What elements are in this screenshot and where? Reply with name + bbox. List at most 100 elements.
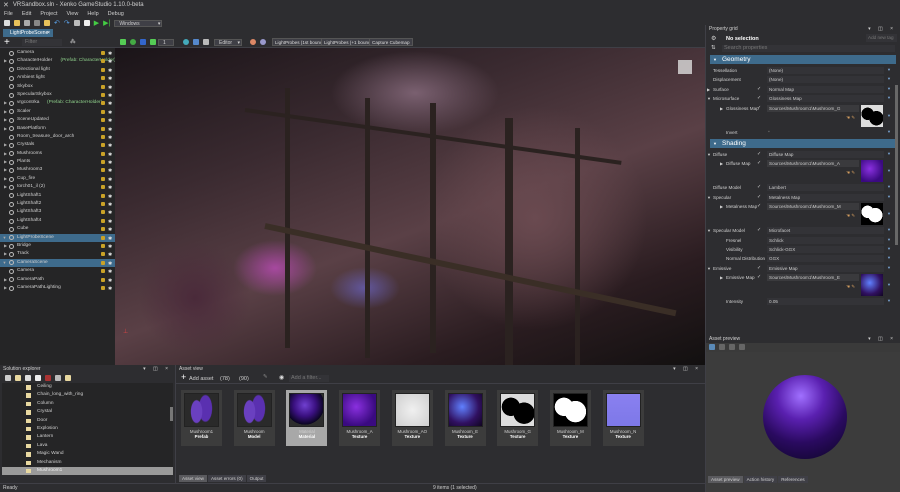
eye-icon[interactable]: ◉ (279, 374, 284, 381)
sort-icon[interactable]: ⇅ (711, 45, 716, 51)
texture-thumbnail[interactable] (861, 104, 883, 127)
lock-icon[interactable] (101, 176, 105, 181)
expand-arrow-icon[interactable]: ▶ (3, 183, 8, 191)
lock-icon[interactable] (101, 269, 105, 274)
chevron-down-icon[interactable]: ▼ (887, 168, 891, 173)
folder-item[interactable]: Ceiling (2, 383, 173, 391)
folder-item[interactable]: Crystal (2, 408, 173, 416)
lock-icon[interactable] (101, 92, 105, 97)
property-value[interactable]: Normal Map (767, 85, 884, 93)
chevron-down-icon[interactable]: ▼ (887, 211, 891, 216)
expand-arrow-icon[interactable]: ▶ (3, 99, 8, 107)
tree-item[interactable]: SpecularSkybox ✱ (0, 91, 115, 99)
expand-arrow-icon[interactable]: ▼ (707, 266, 711, 271)
chevron-down-icon[interactable]: ▼ (887, 227, 891, 232)
lock-icon[interactable] (101, 51, 105, 55)
checkbox-checked[interactable]: ✓ (757, 105, 761, 111)
count-b[interactable]: (90) (239, 376, 249, 382)
chevron-down-icon[interactable]: ▼ (887, 246, 891, 251)
tree-item[interactable]: ▼ CameraScene ✱ (0, 258, 115, 268)
property-value[interactable]: Metalness Map (767, 193, 884, 201)
lock-icon[interactable] (101, 260, 105, 265)
preview-sphere-icon[interactable] (709, 344, 715, 350)
lock-icon[interactable] (101, 151, 105, 156)
close-icon[interactable]: × (47, 29, 50, 37)
checkbox-checked[interactable]: ✓ (757, 194, 761, 200)
preview-cube-icon[interactable] (729, 344, 735, 350)
scale-icon[interactable] (140, 39, 146, 45)
tree-item[interactable]: LightShaft2 ✱ (0, 200, 115, 208)
tree-item[interactable]: Camera ✱ (0, 49, 115, 57)
edit-icon[interactable]: ✎ (263, 374, 268, 380)
expand-arrow-icon[interactable]: ▶ (3, 284, 8, 292)
lock-icon[interactable] (101, 168, 105, 173)
property-value[interactable]: Schlick-GGX (767, 245, 884, 253)
rotate-icon[interactable] (130, 39, 136, 45)
texture-thumbnail[interactable] (861, 274, 883, 297)
lock-icon[interactable] (101, 185, 105, 190)
folder-item[interactable]: Chain_long_with_ring (2, 391, 173, 399)
asset-tile[interactable]: Material Material (286, 390, 328, 446)
count-a[interactable]: (78) (220, 376, 230, 382)
checkbox-checked[interactable]: ✓ (757, 274, 761, 280)
checkbox-checked[interactable]: ✓ (757, 203, 761, 209)
material-preview-sphere[interactable] (763, 375, 847, 459)
tree-item[interactable]: Skybox ✱ (0, 83, 115, 91)
tab-asset-preview[interactable]: Asset preview (708, 476, 743, 483)
expand-arrow-icon[interactable]: ▼ (2, 259, 7, 267)
property-value[interactable]: 0.05 (767, 298, 884, 306)
asset-tile[interactable]: Mushroom1 Prefab (181, 390, 222, 446)
property-value[interactable]: Diffuse Map (767, 150, 884, 158)
lock-icon[interactable] (101, 160, 105, 165)
chevron-down-icon[interactable]: ▼ (887, 95, 891, 100)
render-mode-select[interactable]: Editor ▾ (214, 39, 242, 46)
expand-arrow-icon[interactable]: ▶ (3, 57, 8, 65)
expand-arrow-icon[interactable]: ▶ (720, 106, 723, 111)
expand-arrow-icon[interactable]: ▶ (3, 125, 8, 133)
lock-icon[interactable] (101, 210, 105, 215)
property-value[interactable]: Microfacet (767, 227, 884, 235)
checkbox-checked[interactable]: ✓ (757, 184, 761, 190)
open-icon[interactable] (14, 20, 20, 26)
lock-icon[interactable] (101, 227, 105, 232)
expand-arrow-icon[interactable]: ▶ (720, 161, 723, 166)
menu-view[interactable]: View (66, 11, 78, 17)
lock-icon[interactable] (101, 202, 105, 207)
lock-icon[interactable] (101, 285, 105, 290)
properties-icon[interactable] (5, 375, 11, 381)
tag-input[interactable]: Add new tag (866, 34, 897, 42)
lock-icon[interactable] (101, 67, 105, 72)
checkbox-checked[interactable]: ✓ (757, 151, 761, 157)
tree-item[interactable]: Camera ✱ (0, 267, 115, 275)
tree-item[interactable]: LightShaft4 ✱ (0, 217, 115, 225)
checkbox-checked[interactable]: ✓ (757, 227, 761, 233)
expand-arrow-icon[interactable]: ▼ (2, 234, 7, 242)
lock-icon[interactable] (101, 243, 105, 248)
expand-arrow-icon[interactable]: ▶ (3, 158, 8, 166)
expand-icon[interactable]: ⁂ (70, 39, 76, 45)
lock-icon[interactable] (101, 59, 105, 64)
capture-cubemap-button[interactable]: Capture Cubemap (369, 38, 413, 46)
tab-lightprobescene[interactable]: LightProbeScene × (3, 29, 53, 37)
copy-icon[interactable] (35, 375, 41, 381)
lighting-icon[interactable] (250, 39, 256, 45)
tab-asset-errors[interactable]: Asset errors (0) (207, 475, 246, 482)
property-value[interactable]: Sources\Mushroom1\Mushroom_E (767, 274, 859, 282)
folder-item[interactable]: Door (2, 417, 173, 425)
tree-item[interactable]: LightShaft1 ✱ (0, 192, 115, 200)
tree-item[interactable]: ▶ CameraPathLighting ✱ (0, 284, 115, 292)
texture-thumbnail[interactable] (861, 203, 883, 226)
property-value[interactable]: Glossiness Map (767, 95, 884, 103)
visibility-icon[interactable]: ✱ (108, 285, 112, 293)
lock-icon[interactable] (101, 134, 105, 139)
tree-item[interactable]: ▼ LightProbeScene ✱ (0, 233, 115, 242)
preview-cylinder-icon[interactable] (719, 344, 725, 350)
expand-arrow-icon[interactable]: ▶ (3, 276, 8, 284)
tree-item[interactable]: LightShaft3 ✱ (0, 208, 115, 216)
folder-item[interactable]: Explosion (2, 425, 173, 433)
chevron-down-icon[interactable]: ▼ (887, 255, 891, 260)
asset-tile[interactable]: Mushroom_G Texture (497, 390, 539, 446)
add-icon[interactable]: + (181, 372, 186, 382)
section-shading[interactable]: Shading (710, 138, 896, 148)
property-value[interactable]: Sources\Mushroom1\Mushroom_M (767, 203, 859, 211)
